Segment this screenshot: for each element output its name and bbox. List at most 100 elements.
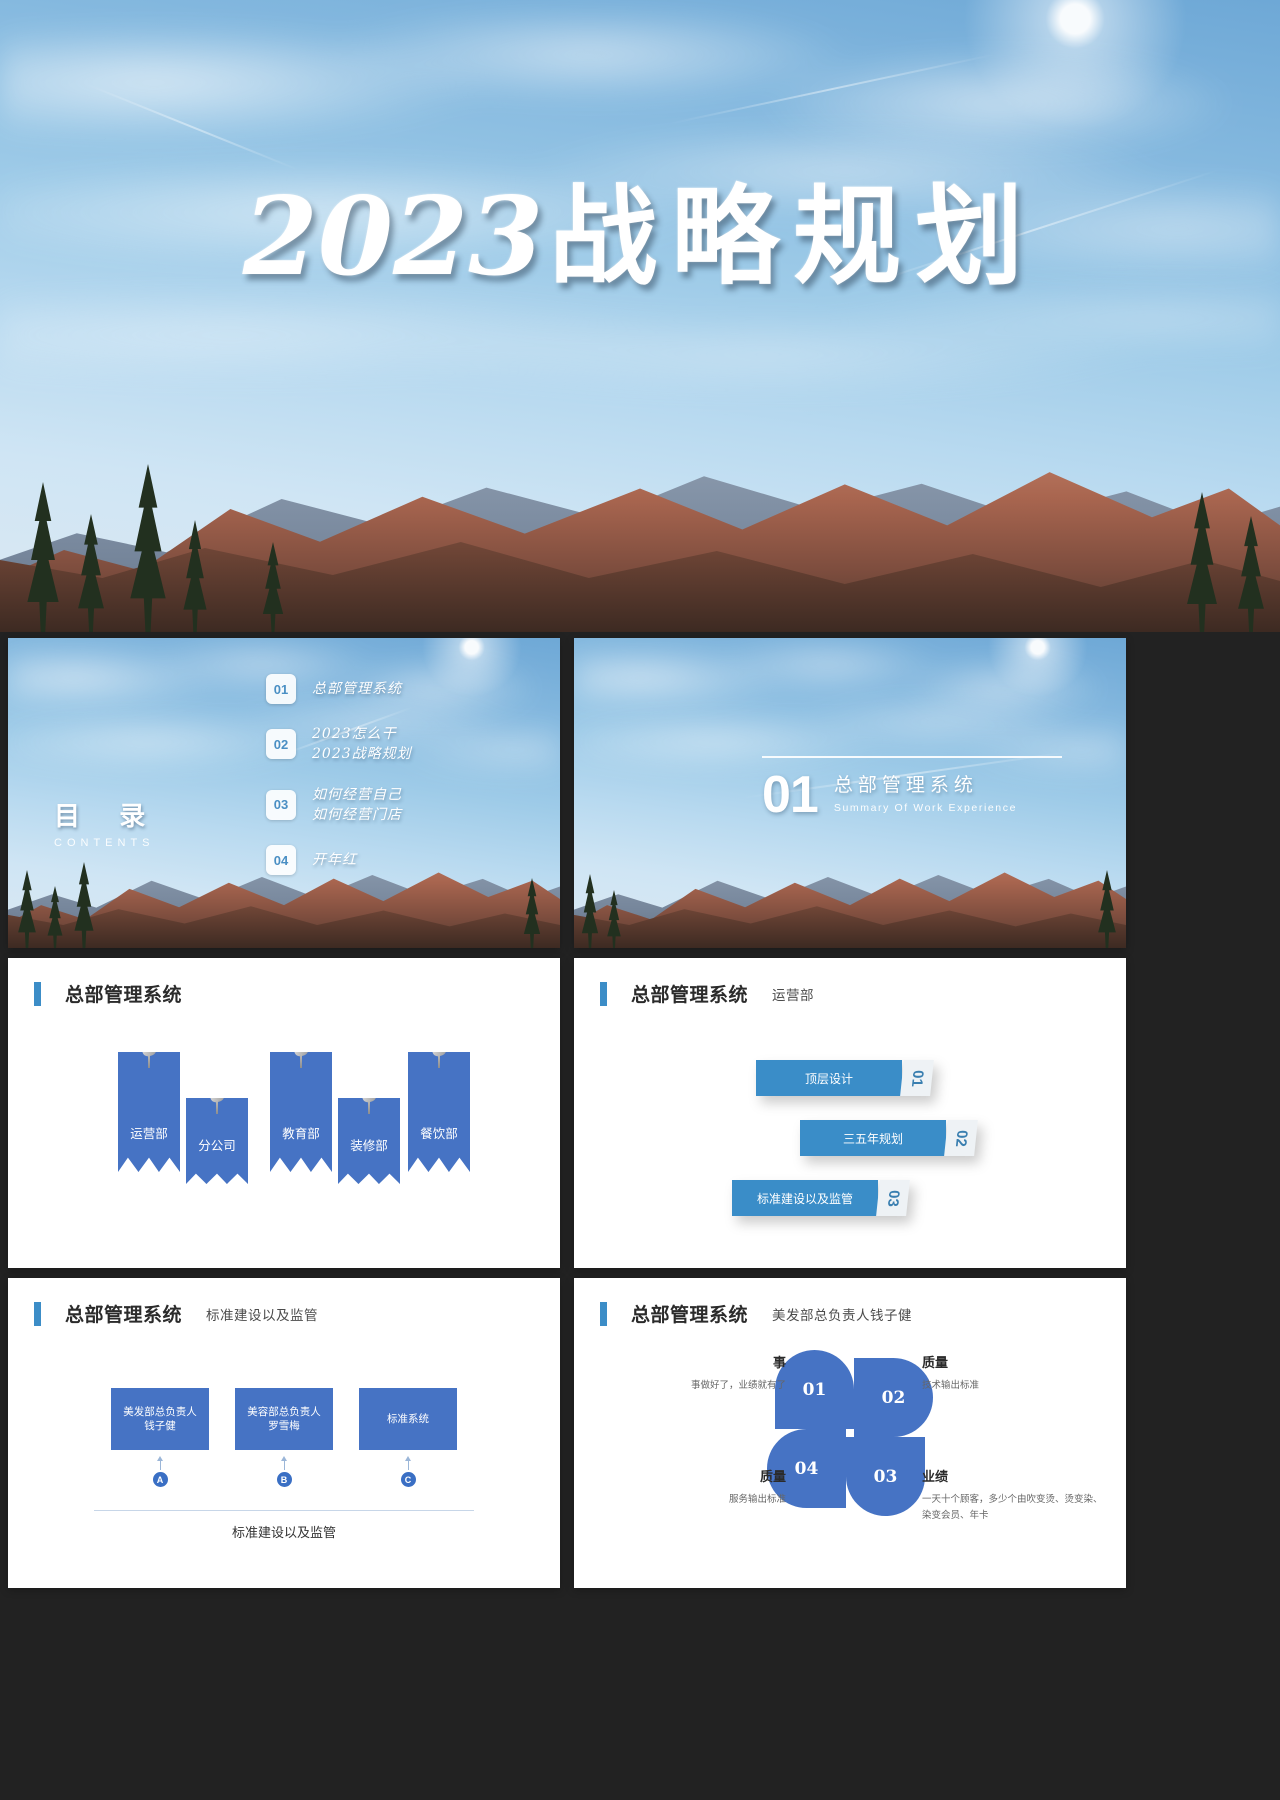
table-of-contents: 01 总部管理系统 02 2023怎么干 2023战略规划 03 如何经营自己 — [266, 674, 412, 876]
operations-bar[interactable]: 标准建设以及监管 03 — [732, 1180, 910, 1216]
slide-header: 总部管理系统 — [34, 980, 182, 1007]
department-banner[interactable]: 装修部 — [338, 1098, 400, 1184]
accent-bar — [600, 1301, 607, 1326]
slide-title-text: 总部管理系统 — [631, 1305, 749, 1326]
marker-badge: B — [276, 1472, 292, 1487]
standards-box[interactable]: 标准系统 — [359, 1388, 457, 1450]
standards-box[interactable]: 美容部总负责人 罗雪梅 — [235, 1388, 333, 1450]
toc-item[interactable]: 03 如何经营自己 如何经营门店 — [266, 785, 412, 826]
marker-badge: A — [152, 1472, 168, 1487]
department-banner[interactable]: 餐饮部 — [408, 1052, 470, 1172]
pinwheel-label-bottom-right: 业绩 一天十个顾客，多少个由吹变烫、烫变染、染变会员、年卡 — [922, 1466, 1104, 1524]
toc-item[interactable]: 02 2023怎么干 2023战略规划 — [266, 724, 412, 765]
pushpin-icon — [291, 1052, 311, 1069]
slide-title: 2023战略规划 — [0, 0, 1280, 632]
operations-bar-label: 顶层设计 — [756, 1060, 902, 1096]
marker-badge: C — [400, 1472, 416, 1487]
toc-number: 04 — [266, 845, 296, 876]
accent-bar — [34, 981, 41, 1006]
section-number: 01 — [762, 766, 819, 825]
standards-caption: 标准建设以及监管 — [231, 1525, 336, 1540]
pinwheel-label-top-right: 质量 技术输出标准 — [922, 1352, 1092, 1394]
toc-label: 开年红 — [312, 850, 357, 870]
toc-number: 02 — [266, 729, 296, 760]
standards-box[interactable]: 美发部总负责人 钱子健 — [111, 1388, 209, 1450]
operations-bar-number: 02 — [944, 1120, 978, 1156]
toc-line: 总部管理系统 — [312, 680, 402, 697]
pinwheel-label-title: 事 — [772, 1356, 786, 1371]
operations-bar-label: 三五年规划 — [800, 1120, 946, 1156]
pinwheel-label-bottom-left: 质量 服务输出标准 — [636, 1466, 786, 1508]
slide-header: 总部管理系统 运营部 — [600, 980, 814, 1007]
standards-box-text: 标准系统 — [387, 1412, 429, 1425]
department-label: 教育部 — [282, 1127, 320, 1141]
page-title: 2023战略规划 — [0, 150, 1280, 306]
pushpin-icon — [139, 1052, 159, 1069]
operations-bar-number: 01 — [900, 1060, 934, 1096]
toc-label: 总部管理系统 — [312, 679, 402, 699]
section-rule — [762, 756, 1062, 758]
slide-row-2: 总部管理系统 运营部 分公司 教育部 装修部 餐饮部 总部管理系统 运营部 顶层… — [0, 958, 1280, 1268]
department-label: 装修部 — [350, 1139, 388, 1153]
contents-title-en: CONTENTS — [54, 837, 155, 849]
slide-row-3: 总部管理系统 标准建设以及监管 美发部总负责人 钱子健 美容部总负责人 罗雪梅 — [0, 1278, 1280, 1588]
pinwheel-label-title: 业绩 — [922, 1470, 949, 1485]
standards-marker: C — [359, 1456, 457, 1487]
pinwheel-label-desc: 服务输出标准 — [728, 1494, 786, 1505]
standards-marker: B — [235, 1456, 333, 1487]
baseline-axis — [94, 1510, 474, 1511]
toc-line: 2023怎么干 — [312, 726, 397, 742]
slide-header: 总部管理系统 标准建设以及监管 — [34, 1300, 318, 1327]
toc-item[interactable]: 01 总部管理系统 — [266, 674, 412, 704]
presentation-page: 2023战略规划 目 录 CONTENTS 01 总部管理系统 02 2023怎… — [0, 0, 1280, 1800]
pinwheel-label-title: 质量 — [759, 1470, 786, 1485]
section-heading: 01 总部管理系统 Summary Of Work Experience — [762, 756, 1062, 825]
toc-line: 如何经营门店 — [312, 806, 402, 823]
section-title-cn: 总部管理系统 — [833, 775, 978, 796]
toc-line: 开年红 — [312, 852, 357, 869]
pinwheel-graphic: 01 02 03 04 — [767, 1350, 933, 1516]
slide-subtitle-text: 美发部总负责人钱子健 — [772, 1307, 913, 1323]
department-banner[interactable]: 教育部 — [270, 1052, 332, 1172]
toc-line: 如何经营自己 — [312, 786, 402, 803]
operations-bar-number: 03 — [876, 1180, 910, 1216]
department-banner[interactable]: 分公司 — [186, 1098, 248, 1184]
title-text: 战略规划 — [549, 174, 1038, 300]
toc-label: 2023怎么干 2023战略规划 — [312, 724, 412, 765]
department-banner[interactable]: 运营部 — [118, 1052, 180, 1172]
pushpin-icon — [207, 1098, 227, 1115]
pushpin-icon — [359, 1098, 379, 1115]
standards-box-text: 美容部总负责人 罗雪梅 — [247, 1405, 321, 1432]
toc-number: 01 — [266, 674, 296, 704]
section-body: 01 总部管理系统 Summary Of Work Experience — [762, 766, 1062, 825]
toc-item[interactable]: 04 开年红 — [266, 845, 412, 876]
slide-title-text: 总部管理系统 — [631, 985, 749, 1006]
standards-marker-row: A B C — [8, 1456, 560, 1487]
accent-bar — [34, 1301, 41, 1326]
contents-heading: 目 录 CONTENTS — [54, 796, 161, 849]
pinwheel-label-top-left: 事 事做好了，业绩就有了 — [636, 1352, 786, 1394]
pinwheel-quadrant[interactable]: 01 — [775, 1350, 854, 1429]
department-label: 分公司 — [198, 1139, 236, 1153]
slide-contents: 目 录 CONTENTS 01 总部管理系统 02 2023怎么干 2023战略… — [8, 638, 560, 948]
toc-number: 03 — [266, 789, 296, 820]
slide-header: 总部管理系统 美发部总负责人钱子健 — [600, 1300, 912, 1327]
operations-bar[interactable]: 三五年规划 02 — [800, 1120, 978, 1156]
title-year: 2023 — [242, 174, 544, 300]
slide-title-text: 总部管理系统 — [65, 1305, 183, 1326]
section-title-en: Summary Of Work Experience — [833, 802, 1018, 814]
department-label: 餐饮部 — [420, 1127, 458, 1141]
slide-standards: 总部管理系统 标准建设以及监管 美发部总负责人 钱子健 美容部总负责人 罗雪梅 — [8, 1278, 560, 1588]
toc-line: 2023战略规划 — [312, 746, 412, 763]
mountain-ridge — [0, 382, 1280, 632]
department-label: 运营部 — [130, 1127, 168, 1141]
pinwheel-quadrant[interactable]: 03 — [846, 1437, 925, 1516]
mountain-ridge — [574, 828, 1126, 948]
title-block: 2023战略规划 — [0, 150, 1280, 306]
accent-bar — [600, 981, 607, 1006]
operations-bar[interactable]: 顶层设计 01 — [756, 1060, 934, 1096]
standards-box-group: 美发部总负责人 钱子健 美容部总负责人 罗雪梅 标准系统 — [8, 1388, 560, 1450]
pushpin-icon — [429, 1052, 449, 1069]
up-arrow-icon — [157, 1456, 163, 1470]
pinwheel-diagram: 01 02 03 04 事 事做好了，业绩就有了 质量 技术输出标准 质量 服务… — [574, 1344, 1126, 1574]
